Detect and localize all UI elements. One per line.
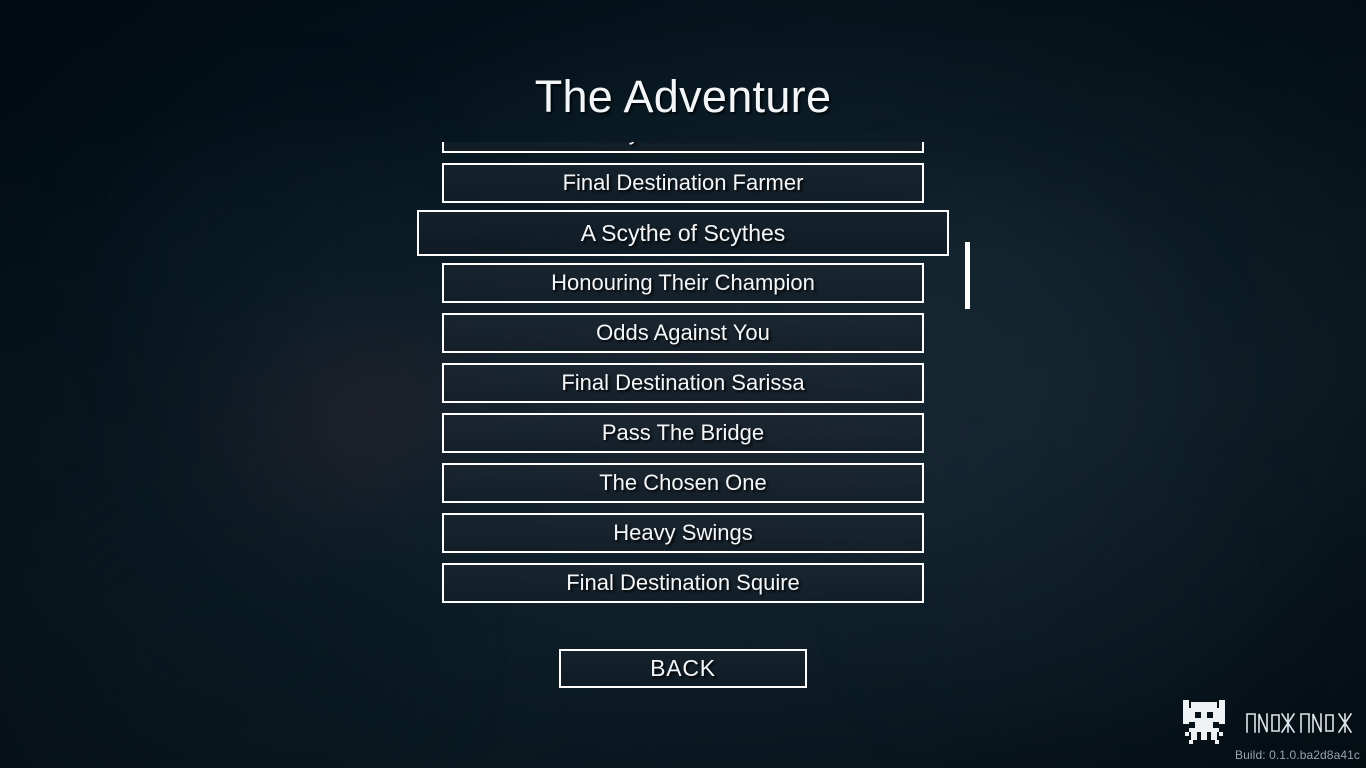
branding: Build: 0.1.0.ba2d8a41c (1173, 698, 1362, 762)
list-row: The Chosen One (410, 458, 956, 508)
build-version-text: Build: 0.1.0.ba2d8a41c (1235, 748, 1360, 762)
list-row: Final Destination Sarissa (410, 358, 956, 408)
list-row: Pass The Bridge (410, 408, 956, 458)
list-row: Only Dualwielders (410, 142, 956, 158)
challenge-item[interactable]: Heavy Swings (442, 513, 924, 553)
list-row: Final Destination Farmer (410, 158, 956, 208)
challenge-item[interactable]: The Chosen One (442, 463, 924, 503)
pixel-creature-icon (1183, 700, 1225, 744)
challenge-item[interactable]: Odds Against You (442, 313, 924, 353)
list-row: Heavy Swings (410, 508, 956, 558)
list-row: Honouring Their Champion (410, 258, 956, 308)
list-row: A Scythe of Scythes (410, 208, 956, 258)
branding-row (1173, 698, 1362, 746)
studio-wordmark-icon (1246, 712, 1353, 734)
back-button[interactable]: BACK (559, 649, 807, 688)
challenge-list: Only Dualwielders Final Destination Farme… (410, 142, 956, 608)
challenge-item[interactable]: Final Destination Farmer (442, 163, 924, 203)
challenge-item[interactable]: Honouring Their Champion (442, 263, 924, 303)
list-scrollbar-track[interactable] (965, 142, 970, 619)
list-row: Odds Against You (410, 308, 956, 358)
challenge-item[interactable]: Final Destination Sarissa (442, 363, 924, 403)
challenge-item[interactable]: Only Dualwielders (442, 142, 924, 153)
page-title: The Adventure (534, 71, 832, 122)
challenge-item[interactable]: Pass The Bridge (442, 413, 924, 453)
list-row: Final Destination Squire (410, 558, 956, 608)
challenge-item[interactable]: Final Destination Squire (442, 563, 924, 603)
list-scrollbar-thumb[interactable] (965, 242, 970, 309)
challenge-item-selected[interactable]: A Scythe of Scythes (417, 210, 949, 256)
challenge-list-viewport[interactable]: Only Dualwielders Final Destination Farme… (410, 142, 956, 619)
